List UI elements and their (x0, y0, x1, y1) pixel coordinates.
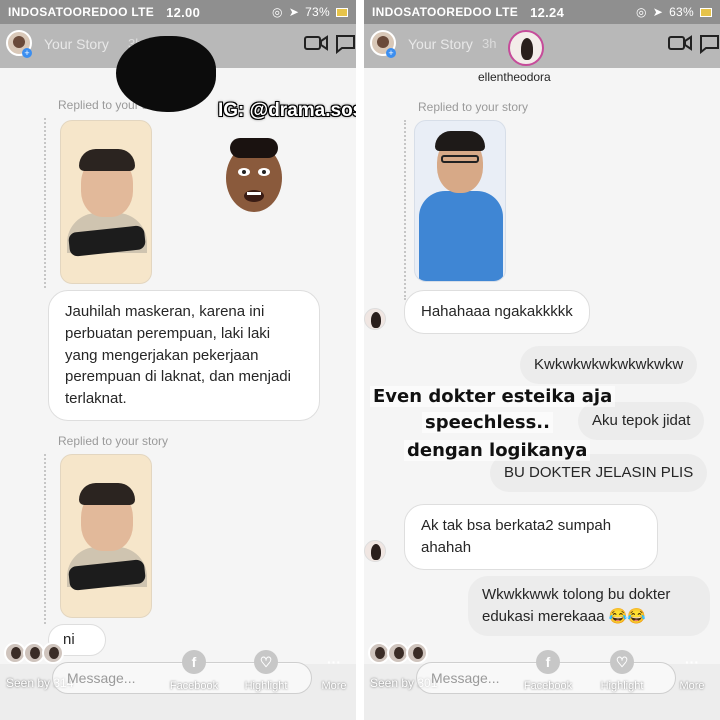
story-thumbnail[interactable] (414, 120, 506, 282)
video-call-icon[interactable] (304, 34, 328, 52)
censor-blot (116, 36, 216, 112)
highlight-button[interactable]: ♡ Highlight (590, 650, 654, 692)
thumb-hair (435, 131, 485, 151)
story-thumbnail[interactable] (60, 454, 152, 618)
thumb-hair (79, 149, 135, 171)
message-bubble-sent: Kwkwkwkwkwkwkwkw (520, 346, 698, 384)
clock: 12.00 (166, 4, 201, 20)
facebook-label: Facebook (169, 680, 219, 692)
highlight-label: Highlight (244, 680, 288, 692)
alarm-icon: ◎ (271, 5, 283, 19)
avatar (364, 308, 386, 330)
conversation: ellentheodora Replied to your story Haha… (364, 30, 720, 664)
status-icons: ◎ ➤ 63% (636, 5, 712, 19)
replied-label: Replied to your story (418, 100, 529, 114)
caption-line: Even dokter esteika aja (370, 386, 616, 407)
avatar[interactable] (508, 30, 544, 66)
more-label: More (321, 680, 347, 692)
clock: 12.24 (530, 4, 565, 20)
more-label: More (679, 680, 705, 692)
add-story-icon[interactable]: + (386, 48, 396, 58)
facebook-label: Facebook (523, 680, 573, 692)
message-bubble: Hahahaaa ngakakkkkk (404, 290, 590, 334)
replied-label: Replied to your story (58, 434, 169, 448)
story-age: 3h (482, 36, 497, 51)
facebook-icon: f (536, 650, 560, 674)
caption-line: dengan logikanya (404, 440, 591, 461)
story-footer: Seen by 314 Message... f Facebook ♡ High… (0, 640, 356, 720)
carrier-label: INDOSATOOREDOO LTE (8, 5, 155, 19)
direct-message-icon[interactable] (698, 34, 720, 54)
location-icon: ➤ (652, 5, 664, 19)
your-story-label[interactable]: Your Story (408, 36, 473, 52)
viewer-avatars[interactable] (368, 642, 428, 664)
username[interactable]: ellentheodora (478, 70, 551, 84)
facebook-button[interactable]: f Facebook (162, 650, 226, 692)
reply-divider (44, 454, 46, 624)
direct-message-icon[interactable] (334, 34, 356, 54)
right-story-screen: INDOSATOOREDOO LTE 12.24 ◎ ➤ 63% + Your … (364, 0, 720, 720)
message-bubble: Jauhilah maskeran, karena ini perbuatan … (48, 290, 320, 421)
more-icon: ··· (327, 654, 341, 670)
thumb-shirt (419, 191, 503, 281)
battery-icon (700, 7, 712, 17)
status-icons: ◎ ➤ 73% (272, 5, 348, 19)
avatar (364, 540, 386, 562)
meme-sticker (226, 138, 282, 212)
add-story-icon[interactable]: + (22, 48, 32, 58)
left-story-screen: INDOSATOOREDOO LTE 12.00 ◎ ➤ 73% + Your … (0, 0, 356, 720)
status-bar: INDOSATOOREDOO LTE 12.24 ◎ ➤ 63% (364, 0, 720, 24)
viewer-avatars[interactable] (4, 642, 64, 664)
thumb-hair (79, 483, 135, 505)
highlight-button[interactable]: ♡ Highlight (234, 650, 298, 692)
highlight-label: Highlight (600, 680, 644, 692)
carrier-label: INDOSATOOREDOO LTE (372, 5, 519, 19)
avatar (406, 642, 428, 664)
video-call-icon[interactable] (668, 34, 692, 52)
story-footer: Seen by 301 Message... f Facebook ♡ High… (364, 640, 720, 720)
reply-divider (44, 118, 46, 288)
heart-icon: ♡ (610, 650, 634, 674)
location-icon: ➤ (288, 5, 300, 19)
battery-percent: 63% (669, 5, 694, 19)
more-icon: ··· (685, 654, 699, 670)
conversation: Replied to your story Jauhilah maskeran,… (0, 68, 356, 664)
battery-icon (336, 7, 348, 17)
glasses-icon (441, 155, 479, 163)
heart-icon: ♡ (254, 650, 278, 674)
message-bubble: Ak tak bsa berkata2 sumpah ahahah (404, 504, 658, 570)
watermark: IG: @drama.sosialmedia (218, 100, 356, 121)
message-bubble-sent: Aku tepok jidat (578, 402, 705, 440)
facebook-icon: f (182, 650, 206, 674)
caption-line: speechless.. (422, 412, 553, 433)
avatar (42, 642, 64, 664)
message-bubble-sent: Wkwkkwwk tolong bu dokter edukasi mereka… (468, 576, 710, 636)
alarm-icon: ◎ (635, 5, 647, 19)
your-story-label[interactable]: Your Story (44, 36, 109, 52)
story-thumbnail[interactable] (60, 120, 152, 284)
more-button[interactable]: ··· More (660, 650, 720, 692)
more-button[interactable]: ··· More (302, 650, 356, 692)
battery-percent: 73% (305, 5, 330, 19)
facebook-button[interactable]: f Facebook (516, 650, 580, 692)
reply-divider (404, 120, 406, 300)
status-bar: INDOSATOOREDOO LTE 12.00 ◎ ➤ 73% (0, 0, 356, 24)
